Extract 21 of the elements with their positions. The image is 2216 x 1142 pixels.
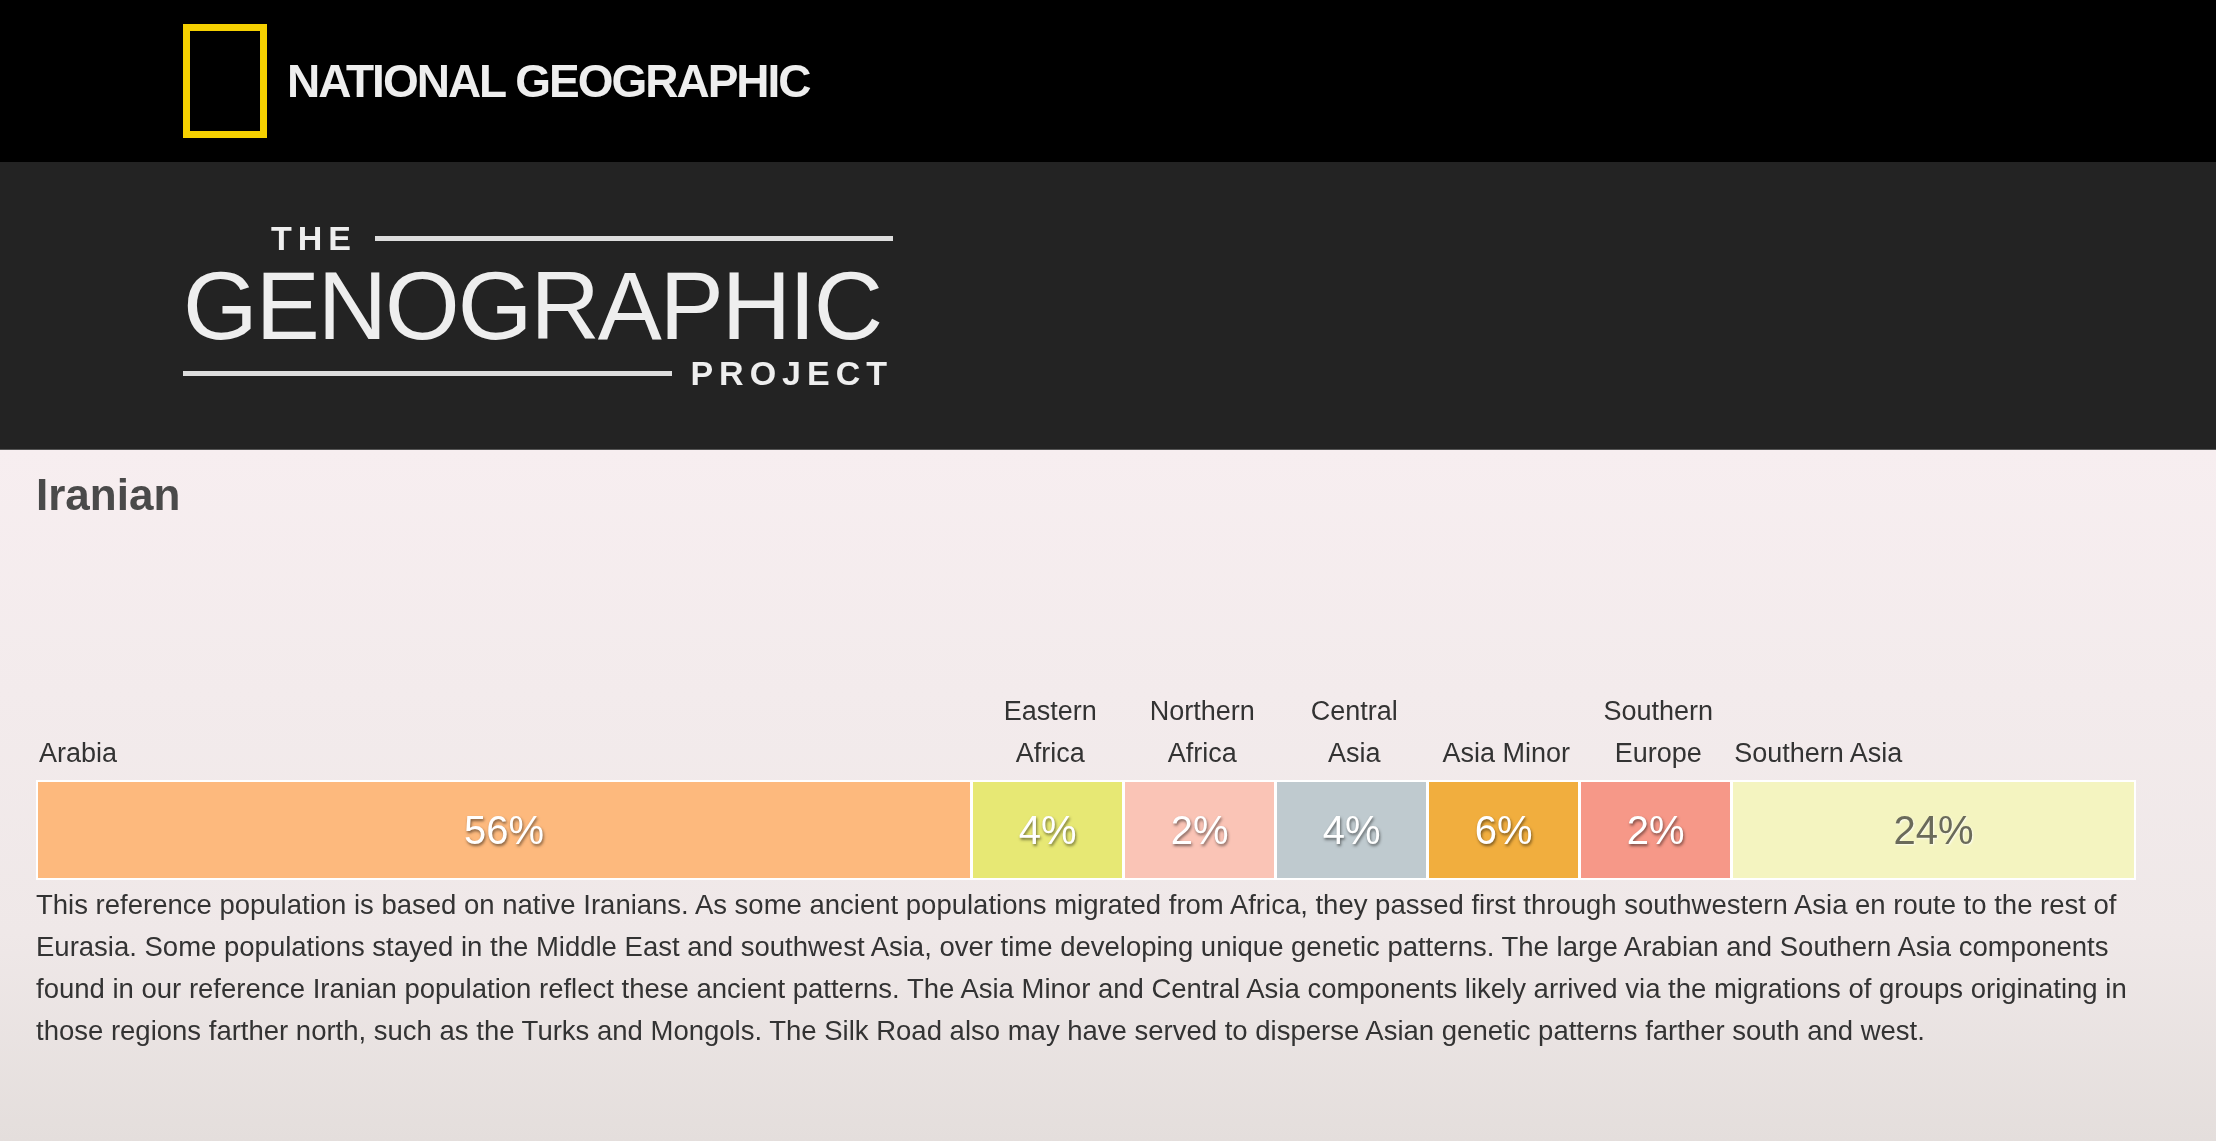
percent-label: 24% [1893, 807, 1974, 853]
region-label: Arabia [39, 737, 118, 770]
population-title: Iranian [36, 470, 182, 520]
region-label: Central Asia [1309, 695, 1399, 770]
region-label: Eastern Africa [1002, 695, 1098, 770]
region-label: Southern Asia [1734, 737, 1903, 770]
description-paragraph: This reference population is based on native Iranians. As some ancient populations migrated from Africa, they passed first through southwestern Asia en route to the rest of Eurasia. Some populations stayed in the Middle East and southwest Asia, over time developing unique genetic patterns. The large Arabian and Southern Asia components found in our reference Iranian population reflect these ancient patterns. The Asia Minor and Central Asia components likely arrived via the migrations of groups originating in those regions farther north, such as the Turks and Mongols. The Silk Road also may have served to disperse Asian genetic patterns farther south and west. [36, 888, 2128, 1048]
region-label: Northern Africa [1148, 695, 1256, 770]
logo-project: PROJECT [690, 353, 893, 393]
logo-the: THE [271, 218, 357, 258]
percent-label: 2% [1626, 807, 1685, 853]
percent-label: 4% [1322, 807, 1381, 853]
percent-label: 56% [464, 807, 545, 853]
region-label: Southern Europe [1602, 695, 1714, 770]
frame-logo-icon [183, 24, 267, 138]
percent-label: 4% [1018, 807, 1077, 853]
percent-label: 2% [1170, 807, 1229, 853]
logo-title: GENOGRAPHIC [183, 257, 883, 354]
percent-label: 6% [1474, 807, 1533, 853]
region-label: Asia Minor [1442, 737, 1570, 770]
brand-name: NATIONAL GEOGRAPHIC [287, 54, 810, 108]
